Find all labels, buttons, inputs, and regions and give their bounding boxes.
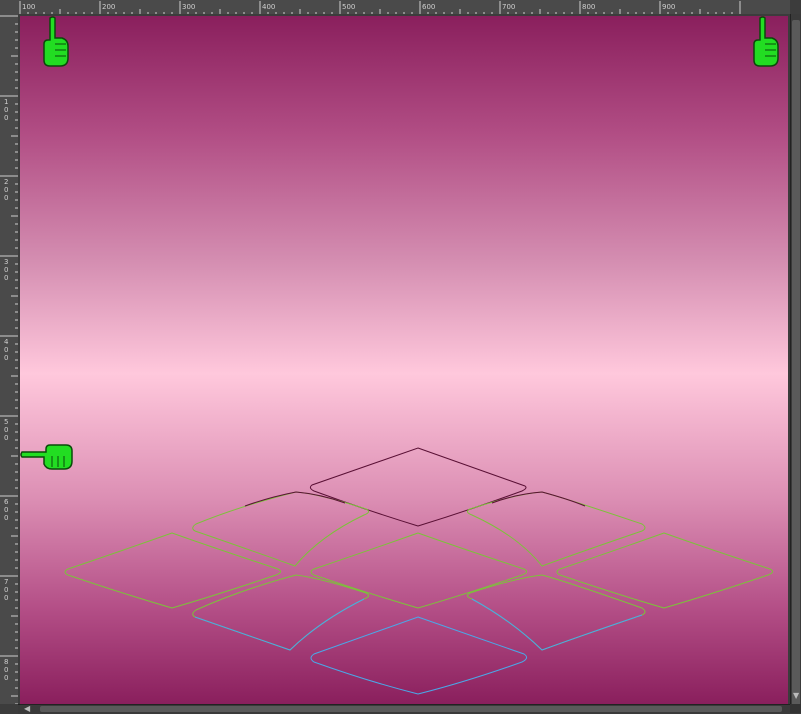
ruler-label: 0 — [4, 514, 8, 522]
ruler-label: 400 — [262, 3, 275, 11]
ruler-label: 500 — [342, 3, 355, 11]
tile-row2-left — [192, 491, 370, 567]
ruler-label: 900 — [662, 3, 675, 11]
tile-row3-center — [310, 532, 528, 609]
ruler-label: 0 — [4, 106, 8, 114]
ruler-label: 0 — [4, 354, 8, 362]
tile-row3-right — [556, 532, 774, 609]
vertical-ruler[interactable]: 100200300400500600700800 — [0, 14, 18, 704]
scroll-left-arrow-icon[interactable]: ◀ — [24, 704, 30, 713]
horizontal-scroll-thumb[interactable] — [40, 706, 782, 712]
tile-row3-left — [64, 532, 282, 609]
ruler-label: 0 — [4, 114, 8, 122]
ruler-label: 4 — [4, 338, 9, 346]
ruler-label: 0 — [4, 346, 8, 354]
ruler-label: 5 — [4, 418, 8, 426]
ruler-label: 0 — [4, 194, 8, 202]
ruler-label: 300 — [182, 3, 195, 11]
ruler-label: 0 — [4, 586, 8, 594]
ruler-label: 1 — [4, 98, 8, 106]
ruler-label: 0 — [4, 506, 8, 514]
tile-top — [309, 447, 527, 527]
ruler-label: 0 — [4, 594, 8, 602]
ruler-label: 0 — [4, 186, 8, 194]
pointing-hand-up-icon[interactable] — [40, 16, 70, 68]
ruler-label: 100 — [22, 3, 35, 11]
vertical-scroll-thumb[interactable] — [792, 20, 800, 706]
ruler-label: 0 — [4, 434, 8, 442]
ruler-label: 7 — [4, 578, 8, 586]
ruler-label: 3 — [4, 258, 8, 266]
isometric-grid — [64, 447, 774, 695]
ruler-label: 6 — [4, 498, 9, 506]
ruler-label: 200 — [102, 3, 115, 11]
ruler-label: 0 — [4, 266, 8, 274]
ruler-label: 2 — [4, 178, 8, 186]
tile-row4-left — [192, 574, 370, 651]
resize-corner-icon[interactable] — [790, 704, 801, 713]
ruler-label: 0 — [4, 674, 8, 682]
ruler-corner — [0, 0, 18, 14]
ruler-label: 0 — [4, 426, 8, 434]
ruler-label: 800 — [582, 3, 595, 11]
vertical-scrollbar[interactable]: ▼ — [790, 14, 801, 706]
ruler-label: 0 — [4, 666, 8, 674]
pointing-hand-up-icon[interactable] — [750, 16, 780, 68]
ruler-label: 8 — [4, 658, 8, 666]
ruler-label: 700 — [502, 3, 515, 11]
ruler-label: 600 — [422, 3, 435, 11]
tile-bottom — [310, 616, 528, 695]
pointing-hand-left-icon[interactable] — [20, 442, 74, 470]
scroll-down-arrow-icon[interactable]: ▼ — [793, 692, 799, 700]
horizontal-ruler[interactable]: 100 200 300 400 500 600 700 800 900 — [18, 0, 790, 14]
ruler-label: 0 — [4, 274, 8, 282]
tile-row2-right — [466, 491, 646, 567]
image-canvas[interactable] — [20, 16, 788, 704]
